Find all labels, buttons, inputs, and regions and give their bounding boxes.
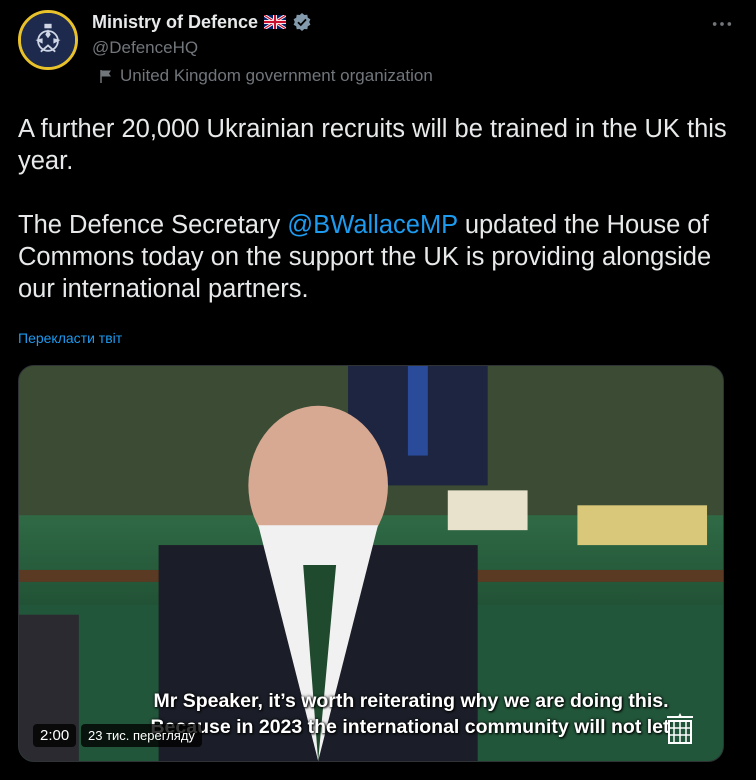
tweet-text: A further 20,000 Ukrainian recruits will… <box>18 113 738 305</box>
video-player[interactable]: Mr Speaker, it’s worth reiterating why w… <box>18 365 724 762</box>
mention-link[interactable]: @BWallaceMP <box>287 211 457 239</box>
portcullis-icon <box>665 713 695 747</box>
more-icon[interactable] <box>706 12 738 36</box>
tweet-header: Ministry of Defence @DefenceHQ United Ki… <box>18 8 738 88</box>
affiliation-label[interactable]: United Kingdom government organization <box>98 66 433 86</box>
view-count-badge: 23 тис. перегляду <box>81 724 202 747</box>
duration-badge: 2:00 <box>33 724 77 747</box>
caption-line-1: Mr Speaker, it’s worth reiterating why w… <box>153 690 669 712</box>
verified-badge-icon <box>292 12 312 32</box>
tweet-paragraph-2: The Defence Secretary @BWallaceMP update… <box>18 209 738 305</box>
handle[interactable]: @DefenceHQ <box>92 38 312 58</box>
avatar[interactable] <box>18 10 78 70</box>
affiliation-text: United Kingdom government organization <box>120 66 433 85</box>
translate-tweet-link[interactable]: Перекласти твіт <box>18 330 122 346</box>
uk-flag-icon <box>263 13 287 31</box>
flag-icon <box>98 68 114 84</box>
tweet-text-before: The Defence Secretary <box>18 211 288 239</box>
display-name[interactable]: Ministry of Defence <box>92 12 258 33</box>
tweet-paragraph-1: A further 20,000 Ukrainian recruits will… <box>18 115 727 175</box>
